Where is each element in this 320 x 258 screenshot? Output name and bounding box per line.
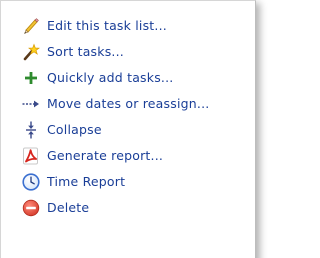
menu-item-label: Edit this task list... (47, 18, 167, 33)
screenshot-stage: Edit this task list... Sort tasks... Qui… (0, 0, 269, 258)
pdf-icon (22, 147, 40, 165)
menu-item-collapse[interactable]: Collapse (1, 116, 257, 142)
magic-wand-icon (22, 43, 40, 61)
menu-item-label: Sort tasks... (47, 44, 124, 59)
collapse-arrows-icon (22, 121, 40, 139)
menu-item-time-report[interactable]: Time Report (1, 168, 257, 194)
delete-icon (22, 199, 40, 217)
task-list-context-menu: Edit this task list... Sort tasks... Qui… (0, 0, 256, 258)
clock-icon (22, 173, 40, 191)
pencil-icon (22, 17, 40, 35)
menu-item-quickly-add-tasks[interactable]: Quickly add tasks... (1, 64, 257, 90)
menu-item-move-dates-or-reassign[interactable]: Move dates or reassign... (1, 90, 257, 116)
menu-item-label: Move dates or reassign... (47, 96, 210, 111)
menu-item-generate-report[interactable]: Generate report... (1, 142, 257, 168)
menu-item-label: Quickly add tasks... (47, 70, 174, 85)
dashed-arrow-right-icon (22, 95, 40, 113)
menu-item-label: Delete (47, 200, 90, 215)
menu-item-label: Collapse (47, 122, 102, 137)
menu-item-label: Time Report (47, 174, 126, 189)
menu-item-sort-tasks[interactable]: Sort tasks... (1, 38, 257, 64)
plus-icon (22, 69, 40, 87)
menu-item-edit-task-list[interactable]: Edit this task list... (1, 12, 257, 38)
menu-item-label: Generate report... (47, 148, 164, 163)
menu-item-delete[interactable]: Delete (1, 194, 257, 220)
